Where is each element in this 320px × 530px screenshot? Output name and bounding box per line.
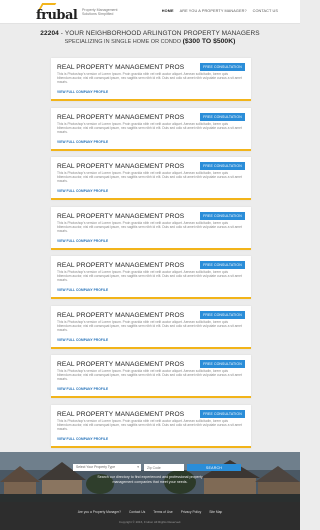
company-card: REAL PROPERTY MANAGEMENT PROS This is Ph…: [51, 256, 251, 299]
search-button[interactable]: SEARCH: [187, 464, 241, 471]
search-description-line-2: management companies that meet your need…: [112, 479, 188, 484]
nav-property-manager[interactable]: ARE YOU A PROPERTY MANAGER?: [180, 9, 247, 13]
free-consultation-button[interactable]: FREE CONSULTATION: [200, 360, 245, 368]
company-card: REAL PROPERTY MANAGEMENT PROS This is Ph…: [51, 206, 251, 250]
site-footer: Are you a Property Manager? Contact Us T…: [0, 502, 300, 530]
view-profile-link[interactable]: VIEW FULL COMPANY PROFILE: [57, 140, 108, 144]
hero: 22204 - YOUR NEIGHBORHOOD ARLINGTON PROP…: [0, 24, 300, 54]
company-title: REAL PROPERTY MANAGEMENT PROS: [57, 410, 185, 418]
site-header: frubal Property Management Solutions Sim…: [0, 0, 300, 24]
chevron-down-icon: ▾: [137, 465, 139, 469]
logo-mark: frubal: [36, 3, 78, 23]
logo-tagline: Property Management Solutions Simplified: [82, 8, 118, 16]
view-profile-link[interactable]: VIEW FULL COMPANY PROFILE: [57, 90, 108, 94]
view-profile-link[interactable]: VIEW FULL COMPANY PROFILE: [57, 189, 108, 193]
logo[interactable]: frubal Property Management Solutions Sim…: [36, 3, 126, 23]
company-card: REAL PROPERTY MANAGEMENT PROS This is Ph…: [51, 404, 251, 448]
footer-link-property-manager[interactable]: Are you a Property Manager?: [78, 510, 121, 514]
free-consultation-button[interactable]: FREE CONSULTATION: [200, 211, 245, 220]
view-profile-link[interactable]: VIEW FULL COMPANY PROFILE: [57, 338, 108, 342]
view-profile-link[interactable]: VIEW FULL COMPANY PROFILE: [57, 288, 108, 292]
company-title: REAL PROPERTY MANAGEMENT PROS: [57, 311, 185, 319]
free-consultation-button[interactable]: FREE CONSULTATION: [200, 162, 245, 170]
free-consultation-button[interactable]: FREE CONSULTATION: [200, 409, 245, 418]
search-band: Select Your Property Type ▾ SEARCH Search…: [0, 452, 300, 502]
company-card: REAL PROPERTY MANAGEMENT PROS This is Ph…: [51, 305, 251, 349]
view-profile-link[interactable]: VIEW FULL COMPANY PROFILE: [57, 239, 108, 243]
page-subtitle: SPECIALIZING IN SINGLE HOME OR CONDO ($3…: [0, 38, 300, 45]
property-type-select-value: Select Your Property Type: [76, 465, 116, 469]
footer-nav: Are you a Property Manager? Contact Us T…: [0, 510, 300, 514]
company-card: REAL PROPERTY MANAGEMENT PROS This is Ph…: [51, 355, 251, 398]
company-title: REAL PROPERTY MANAGEMENT PROS: [57, 212, 185, 220]
company-description: This is Photoshop's version of Lorem Ips…: [57, 369, 242, 382]
free-consultation-button[interactable]: FREE CONSULTATION: [200, 310, 245, 319]
free-consultation-button[interactable]: FREE CONSULTATION: [200, 261, 245, 269]
view-profile-link[interactable]: VIEW FULL COMPANY PROFILE: [57, 387, 108, 391]
company-description: This is Photoshop's version of Lorem Ips…: [57, 72, 242, 85]
search-description: Search our directory to find experienced…: [0, 475, 300, 484]
footer-link-terms[interactable]: Terms of Use: [153, 510, 172, 514]
hero-subtitle-text: SPECIALIZING IN SINGLE HOME OR CONDO: [64, 39, 183, 45]
logo-text: frubal: [36, 8, 78, 23]
main-nav: HOME ARE YOU A PROPERTY MANAGER? CONTACT…: [162, 9, 278, 13]
company-description: This is Photoshop's version of Lorem Ips…: [57, 270, 242, 283]
company-title: REAL PROPERTY MANAGEMENT PROS: [57, 262, 185, 269]
hero-zip: 22204: [40, 30, 59, 37]
nav-contact-us[interactable]: CONTACT US: [253, 9, 278, 13]
company-list: REAL PROPERTY MANAGEMENT PROS This is Ph…: [51, 58, 251, 454]
footer-link-site-map[interactable]: Site Map: [209, 510, 222, 514]
free-consultation-button[interactable]: FREE CONSULTATION: [200, 112, 245, 121]
nav-home[interactable]: HOME: [162, 9, 174, 13]
free-consultation-button[interactable]: FREE CONSULTATION: [200, 63, 245, 71]
company-title: REAL PROPERTY MANAGEMENT PROS: [57, 64, 185, 71]
hero-price-range: ($300 TO $500K): [182, 38, 236, 45]
page-title: 22204 - YOUR NEIGHBORHOOD ARLINGTON PROP…: [0, 30, 300, 37]
company-card: REAL PROPERTY MANAGEMENT PROS This is Ph…: [51, 107, 251, 151]
company-card: REAL PROPERTY MANAGEMENT PROS This is Ph…: [51, 157, 251, 200]
company-description: This is Photoshop's version of Lorem Ips…: [57, 319, 242, 332]
company-description: This is Photoshop's version of Lorem Ips…: [57, 220, 242, 233]
copyright: Copyright © 2016, Frubal. All Rights Res…: [118, 520, 182, 524]
company-description: This is Photoshop's version of Lorem Ips…: [57, 121, 242, 134]
footer-link-privacy[interactable]: Privacy Policy: [181, 510, 202, 514]
footer-link-contact-us[interactable]: Contact Us: [129, 510, 145, 514]
property-type-select[interactable]: Select Your Property Type ▾: [73, 464, 141, 471]
view-profile-link[interactable]: VIEW FULL COMPANY PROFILE: [57, 437, 108, 441]
search-form: Select Your Property Type ▾ SEARCH: [73, 464, 241, 471]
zip-code-input[interactable]: [144, 464, 184, 471]
company-card: REAL PROPERTY MANAGEMENT PROS This is Ph…: [51, 58, 251, 101]
company-title: REAL PROPERTY MANAGEMENT PROS: [57, 113, 185, 121]
company-title: REAL PROPERTY MANAGEMENT PROS: [57, 361, 185, 368]
company-description: This is Photoshop's version of Lorem Ips…: [57, 418, 242, 431]
hero-title-text: - YOUR NEIGHBORHOOD ARLINGTON PROPERTY M…: [58, 30, 260, 37]
company-description: This is Photoshop's version of Lorem Ips…: [57, 171, 242, 184]
company-title: REAL PROPERTY MANAGEMENT PROS: [57, 163, 185, 170]
